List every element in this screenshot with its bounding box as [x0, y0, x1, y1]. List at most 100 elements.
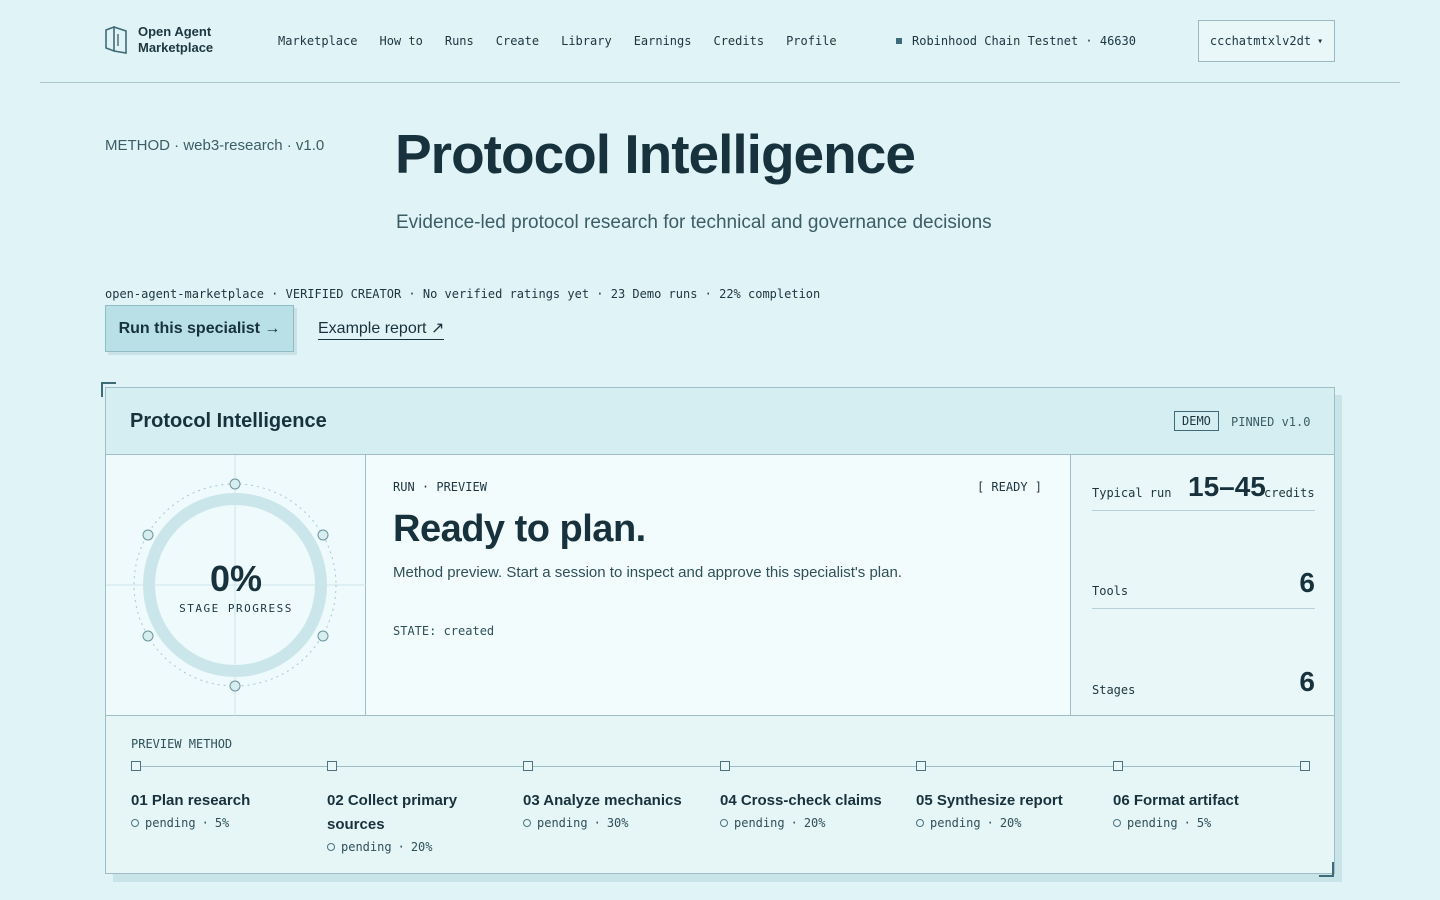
creator-meta: open-agent-marketplace · VERIFIED CREATO… [105, 287, 821, 301]
separator: · [790, 816, 798, 830]
network-indicator: Robinhood Chain Testnet · 46630 [896, 34, 1136, 48]
pending-icon [720, 819, 728, 827]
stage-weight: 20% [999, 816, 1022, 830]
nav-link-runs[interactable]: Runs [445, 34, 474, 48]
stage-status: pending [145, 816, 196, 830]
nav-link-library[interactable]: Library [561, 34, 612, 48]
stat-stages-label: Stages [1092, 683, 1136, 697]
logo[interactable]: Open Agent Marketplace [104, 24, 213, 56]
stage-status: pending [537, 816, 588, 830]
stage-name: 05 Synthesize report [916, 792, 1063, 809]
corner-mark [101, 382, 116, 397]
separator: · [1183, 816, 1191, 830]
stage-step: 03 Analyze mechanics pending · 30% [523, 789, 703, 830]
stat-stages: Stages 6 [1092, 662, 1315, 708]
nav-link-how-to[interactable]: How to [379, 34, 422, 48]
stage-node [916, 761, 926, 771]
stage-name: 01 Plan research [131, 792, 251, 809]
page-subtitle: Evidence-led protocol research for techn… [396, 212, 992, 233]
stage-weight: 5% [1196, 816, 1212, 830]
stage-weight: 30% [606, 816, 629, 830]
progress-value: 0% [209, 558, 263, 599]
pending-icon [131, 819, 139, 827]
stage-step: 06 Format artifact pending · 5% [1113, 789, 1293, 830]
stage-meta: pending · 20% [916, 816, 1096, 830]
stage-node-end [1300, 761, 1310, 771]
run-specialist-button[interactable]: Run this specialist → [105, 305, 294, 352]
wallet-address: ccchatmtxlv2dt [1209, 34, 1312, 48]
card-title: Protocol Intelligence [130, 410, 327, 432]
preview-label: PREVIEW METHOD [131, 737, 233, 751]
logo-line1: Open Agent [138, 24, 212, 39]
network-label: Robinhood Chain Testnet · 46630 [912, 34, 1136, 48]
stage-weight: 20% [410, 840, 433, 854]
nav-links: Marketplace How to Runs Create Library E… [278, 34, 837, 48]
stat-tools: Tools 6 [1092, 563, 1315, 609]
stats-panel: Typical run 15–45 credits Tools 6 Stages… [1070, 455, 1334, 716]
stage-name: 02 Collect primary sources [327, 792, 458, 833]
stage-name: 06 Format artifact [1113, 792, 1239, 809]
run-state: STATE: created [393, 624, 495, 638]
separator: · [593, 816, 601, 830]
stage-node [523, 761, 533, 771]
stat-stages-value: 6 [1299, 666, 1315, 697]
stage-status: pending [1127, 816, 1178, 830]
stat-typical-label: Typical run [1092, 486, 1172, 500]
stage-meta: pending · 30% [523, 816, 703, 830]
run-panel: RUN · PREVIEW [ READY ] Ready to plan. M… [366, 455, 1070, 716]
method-tag: METHOD · web3-research · v1.0 [105, 137, 325, 154]
nav-link-earnings[interactable]: Earnings [634, 34, 692, 48]
stage-node [1113, 761, 1123, 771]
top-nav: Open Agent Marketplace Marketplace How t… [40, 0, 1400, 83]
stage-node [327, 761, 337, 771]
example-report-link[interactable]: Example report ↗ [318, 318, 445, 340]
chevron-down-icon: ▾ [1317, 35, 1324, 47]
pinned-version: PINNED v1.0 [1231, 415, 1311, 429]
nav-link-profile[interactable]: Profile [786, 34, 837, 48]
stage-status: pending [734, 816, 785, 830]
stage-status: pending [930, 816, 981, 830]
stage-node [131, 761, 141, 771]
card-header: Protocol Intelligence DEMO PINNED v1.0 [106, 388, 1334, 455]
stage-meta: pending · 20% [720, 816, 900, 830]
stage-step: 04 Cross-check claims pending · 20% [720, 789, 900, 830]
demo-badge: DEMO [1174, 411, 1219, 431]
preview-method: PREVIEW METHOD 01 Plan research pending … [106, 716, 1334, 873]
nav-link-credits[interactable]: Credits [713, 34, 764, 48]
stage-step: 02 Collect primary sources pending · 20% [327, 789, 497, 854]
pending-icon [327, 843, 335, 851]
logo-text: Open Agent Marketplace [138, 24, 213, 56]
stage-step: 05 Synthesize report pending · 20% [916, 789, 1096, 830]
stage-meta: pending · 5% [131, 816, 311, 830]
network-status-icon [896, 38, 902, 44]
stat-typical-unit: credits [1264, 486, 1315, 500]
page-title: Protocol Intelligence [395, 123, 916, 185]
run-status: [ READY ] [976, 480, 1042, 494]
pending-icon [1113, 819, 1121, 827]
stage-meta: pending · 5% [1113, 816, 1293, 830]
stage-status: pending [341, 840, 392, 854]
pending-icon [523, 819, 531, 827]
run-kicker: RUN · PREVIEW [393, 480, 487, 494]
progress-label: STAGE PROGRESS [179, 602, 293, 615]
nav-link-create[interactable]: Create [496, 34, 539, 48]
logo-icon [105, 26, 127, 54]
separator: · [397, 840, 405, 854]
stage-weight: 5% [214, 816, 230, 830]
stat-tools-value: 6 [1299, 567, 1315, 598]
stage-name: 03 Analyze mechanics [523, 792, 682, 809]
stage-meta: pending · 20% [327, 840, 497, 854]
stage-name: 04 Cross-check claims [720, 792, 882, 809]
stage-step: 01 Plan research pending · 5% [131, 789, 311, 830]
stat-tools-label: Tools [1092, 584, 1129, 598]
corner-mark [1319, 862, 1334, 877]
specialist-card: Protocol Intelligence DEMO PINNED v1.0 0… [105, 387, 1335, 874]
stat-typical-run: Typical run 15–45 credits [1092, 471, 1315, 511]
wallet-button[interactable]: ccchatmtxlv2dt ▾ [1198, 20, 1335, 62]
nav-link-marketplace[interactable]: Marketplace [278, 34, 357, 48]
progress-panel: 0% STAGE PROGRESS [106, 455, 366, 716]
pending-icon [916, 819, 924, 827]
run-description: Method preview. Start a session to inspe… [393, 564, 902, 581]
separator: · [201, 816, 209, 830]
stage-weight: 20% [803, 816, 826, 830]
